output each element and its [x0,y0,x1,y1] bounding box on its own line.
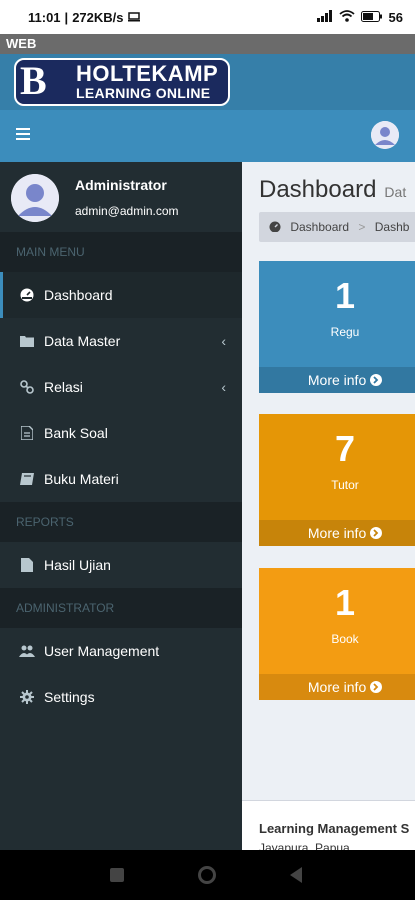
dashboard-icon [269,220,284,234]
status-bar: 11:01 | 272KB/s 56 [0,0,415,34]
logo-bar: B HOLTEKAMP LEARNING ONLINE [0,54,415,110]
page-subtitle: Dat [384,184,407,200]
sidebar-item-label: Relasi [44,379,83,395]
stat-box-regu: 1 Regu More info [259,261,415,393]
file-text-icon [18,425,36,441]
status-time: 11:01 [28,9,61,25]
sidebar-item-buku-materi[interactable]: Buku Materi [0,456,242,502]
more-info-link[interactable]: More info [259,520,415,546]
user-avatar-icon[interactable] [371,121,399,149]
logo-title: HOLTEKAMP [76,61,219,86]
file-icon [18,557,36,573]
breadcrumb-item-dashboard[interactable]: Dashboard [290,220,349,234]
sidebar-item-label: Bank Soal [44,425,108,441]
link-icon [18,379,36,395]
web-title-bar: WEB [0,34,415,54]
sidebar-item-hasil-ujian[interactable]: Hasil Ujian [0,542,242,588]
hamburger-menu-icon[interactable] [16,128,30,142]
home-button[interactable] [198,866,216,884]
book-icon [18,471,36,487]
sidebar-item-label: Dashboard [44,287,113,303]
breadcrumb-item-current: Dashb [374,220,410,234]
system-nav-bar [0,850,415,900]
site-logo[interactable]: B HOLTEKAMP LEARNING ONLINE [14,58,230,108]
page-title: Dashboard Dat [259,176,407,203]
sidebar-item-data-master[interactable]: Data Master ‹ [0,318,242,364]
sidebar-item-relasi[interactable]: Relasi ‹ [0,364,242,410]
dashboard-icon [18,287,36,303]
menu-header-main: MAIN MENU [0,232,242,272]
main-content: Dashboard Dat Dashboard > Dashb 1 Regu Mo… [242,162,415,850]
avatar [11,174,59,222]
chevron-left-icon: ‹ [221,333,226,349]
status-network-speed: 272KB/s [72,9,124,25]
arrow-circle-right-icon [370,525,383,541]
battery-level: 56 [388,9,403,25]
menu-header-administrator: ADMINISTRATOR [0,588,242,628]
sidebar: Administrator admin@admin.com MAIN MENU … [0,162,242,850]
footer-location: Jayapura, Papua [259,841,350,850]
sidebar-item-label: Settings [44,689,95,705]
arrow-circle-right-icon [370,372,383,388]
user-panel: Administrator admin@admin.com [0,162,242,232]
stat-box-book: 1 Book More info [259,568,415,700]
sidebar-item-dashboard[interactable]: Dashboard [0,272,242,318]
more-info-link[interactable]: More info [259,367,415,393]
top-navbar [0,110,415,162]
sidebar-item-label: User Management [44,643,160,659]
sidebar-item-user-management[interactable]: User Management [0,628,242,674]
sidebar-item-settings[interactable]: Settings [0,674,242,720]
user-email: admin@admin.com [75,204,179,218]
stat-label: Regu [330,325,360,339]
sidebar-item-label: Hasil Ujian [44,557,111,573]
recents-button[interactable] [110,868,124,882]
back-button[interactable] [290,867,302,883]
stat-label: Book [331,632,359,646]
logo-subtitle: LEARNING ONLINE [76,85,211,101]
battery-icon [360,10,383,25]
more-info-link[interactable]: More info [259,674,415,700]
wifi-icon [338,9,355,25]
sidebar-item-label: Data Master [44,333,121,349]
stat-box-tutor: 7 Tutor More info [259,414,415,546]
arrow-circle-right-icon [370,679,383,695]
screen-icon [127,10,140,25]
logo-letter: B [20,58,47,103]
menu-header-reports: REPORTS [0,502,242,542]
gear-icon [18,689,36,705]
user-name: Administrator [75,177,167,193]
signal-icon [316,9,333,25]
footer-title: Learning Management S [259,821,410,836]
stat-value: 7 [334,428,356,469]
sidebar-item-label: Buku Materi [44,471,119,487]
sidebar-item-bank-soal[interactable]: Bank Soal [0,410,242,456]
breadcrumb: Dashboard > Dashb [259,212,415,242]
stat-label: Tutor [331,478,359,492]
web-title: WEB [6,36,37,51]
stat-value: 1 [334,275,356,316]
chevron-left-icon: ‹ [221,379,226,395]
users-icon [18,643,36,659]
folder-icon [18,333,36,349]
stat-value: 1 [334,582,356,623]
page-footer: Learning Management S Jayapura, Papua [242,800,415,850]
